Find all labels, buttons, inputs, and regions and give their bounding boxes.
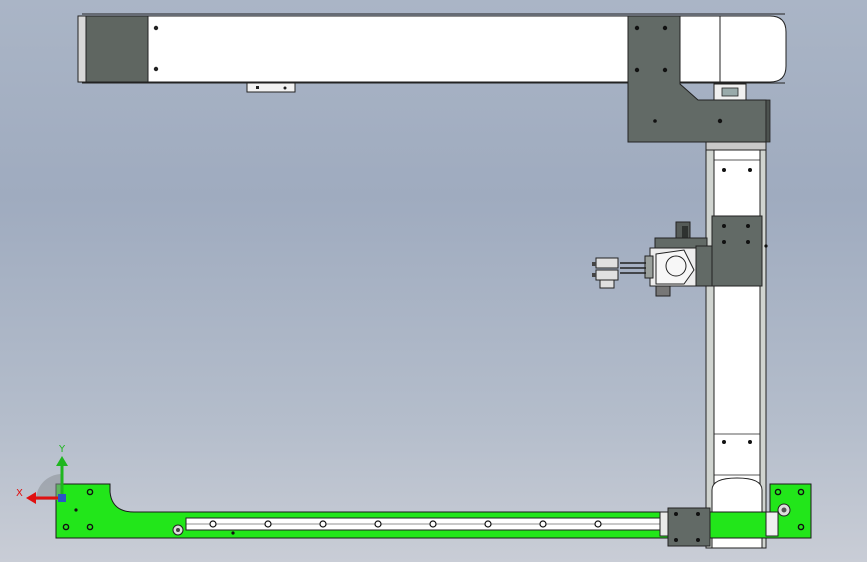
top-belt-left-cap xyxy=(77,15,87,83)
top-belt-sensor-tab xyxy=(246,82,296,93)
cad-graphics-viewport[interactable]: Y X xyxy=(0,0,867,562)
top-belt-cover xyxy=(147,15,629,83)
gripper-assembly[interactable] xyxy=(592,221,713,297)
vertical-carriage xyxy=(711,215,763,287)
top-belt-pulley-end xyxy=(719,15,787,83)
triad-x-label: X xyxy=(16,488,23,499)
coordinate-triad-icon: Y X xyxy=(16,444,68,504)
vertical-belt-module[interactable] xyxy=(705,141,768,549)
linear-guide-rail[interactable] xyxy=(172,503,791,547)
top-belt-motor-block xyxy=(85,15,149,83)
triad-y-label: Y xyxy=(58,444,66,455)
cad-gantry-model[interactable]: Y X xyxy=(0,0,867,562)
